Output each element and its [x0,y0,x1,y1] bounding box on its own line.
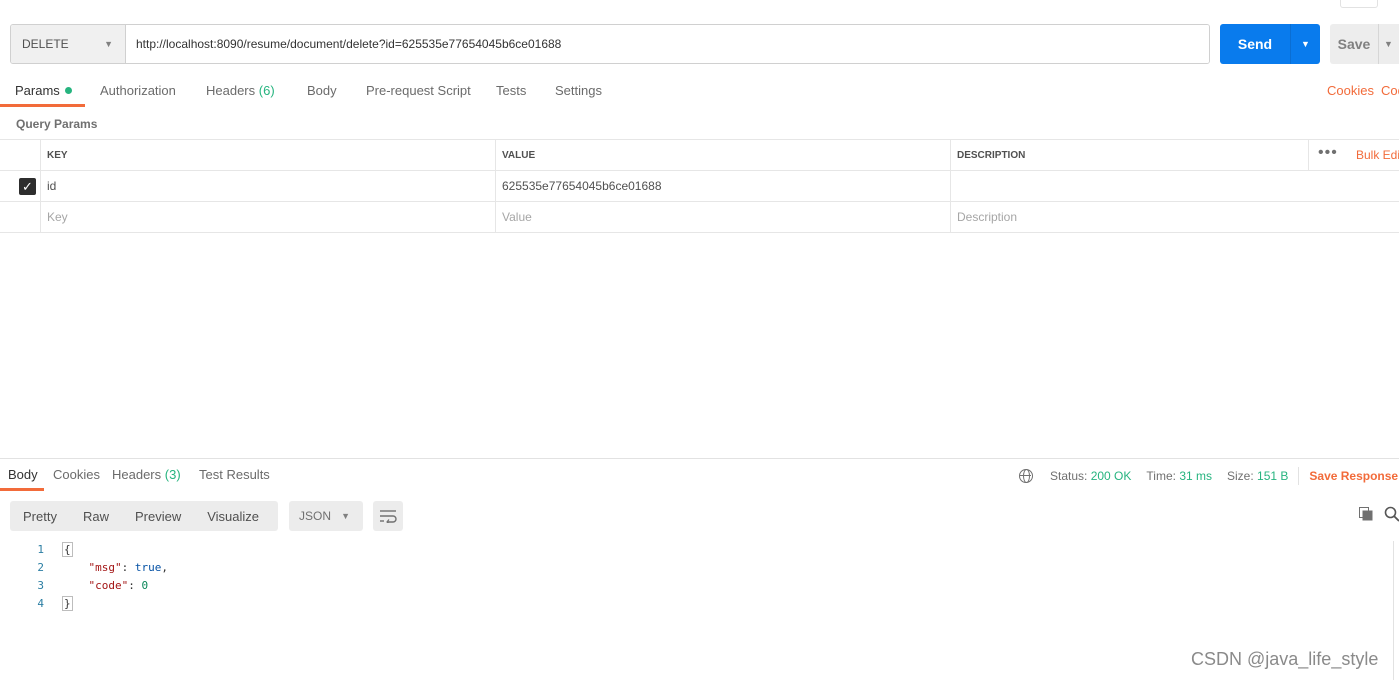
save-label: Save [1337,36,1371,52]
json-key: "msg" [88,561,122,574]
pane-divider[interactable] [0,458,1399,459]
json-value: true [134,561,162,574]
table-row: ✓ id 625535e77654045b6ce01688 [0,171,1399,202]
tab-label: Body [8,467,38,482]
status-label: Status: [1050,469,1088,483]
tab-pre-request-script[interactable]: Pre-request Script [366,83,471,98]
tab-headers[interactable]: Headers (6) [206,83,275,98]
line-number: 3 [37,579,44,592]
save-response-button[interactable]: Save Response [1309,469,1398,483]
tab-settings[interactable]: Settings [555,83,602,98]
url-input[interactable]: http://localhost:8090/resume/document/de… [126,25,1209,63]
method-label: DELETE [22,37,69,51]
search-icon[interactable] [1384,506,1399,522]
tab-label: Authorization [100,83,176,98]
new-value-input[interactable]: Value [495,202,950,232]
response-tab-body[interactable]: Body [8,467,38,482]
tab-label: Tests [496,83,527,98]
view-raw-button[interactable]: Raw [70,509,122,524]
size-value[interactable]: 151 B [1257,469,1288,483]
tab-label: Headers [206,83,256,98]
response-tab-test-results[interactable]: Test Results [199,467,270,482]
open-brace: { [62,542,73,557]
line-number: 4 [37,597,44,610]
save-button[interactable]: Save ▼ [1330,24,1399,64]
json-value: 0 [141,579,149,592]
tab-params[interactable]: Params [15,83,72,98]
view-visualize-button[interactable]: Visualize [194,509,272,524]
response-tab-cookies[interactable]: Cookies [53,467,100,482]
vertical-scrollbar[interactable] [1393,541,1399,680]
query-params-title: Query Params [16,117,98,131]
status-value[interactable]: 200 OK [1091,469,1132,483]
json-key: "code" [88,579,129,592]
copy-icon[interactable] [1359,507,1373,521]
window-control [1340,0,1378,8]
tab-label: Settings [555,83,602,98]
param-value[interactable]: 625535e77654045b6ce01688 [495,171,950,201]
params-table: KEY VALUE DESCRIPTION ••• Bulk Edit ✓ id… [0,139,1399,233]
key-column-header: KEY [40,140,495,170]
view-preview-button[interactable]: Preview [122,509,194,524]
response-tab-headers[interactable]: Headers (3) [112,467,181,482]
cookies-link[interactable]: Cookies [1327,83,1374,98]
param-enabled-checkbox[interactable]: ✓ [19,178,36,195]
request-tabs: Params Authorization Headers (6) Body Pr… [0,80,1399,107]
more-options-icon[interactable]: ••• [1318,144,1338,162]
status-separator [1298,467,1300,485]
active-response-tab-indicator [0,488,44,491]
time-label: Time: [1146,469,1176,483]
size-label: Size: [1227,469,1254,483]
format-label: JSON [299,509,332,523]
close-brace: } [62,596,73,611]
bulk-edit-link[interactable]: Bulk Edit [1356,148,1399,162]
view-mode-group: Pretty Raw Preview Visualize [10,501,278,531]
active-dot-icon [64,87,72,94]
tab-label: Body [307,83,337,98]
tab-tests[interactable]: Tests [496,83,526,98]
headers-count: (6) [258,83,275,98]
tab-label: Headers [112,467,162,482]
tab-label: Pre-request Script [366,83,471,98]
value-column-header: VALUE [495,140,950,170]
method-select[interactable]: DELETE ▼ [11,25,126,63]
table-row-empty: Key Value Description [0,202,1399,233]
param-key[interactable]: id [40,171,495,201]
response-status-bar: Status: 200 OK Time: 31 ms Size: 151 B S… [1019,467,1398,485]
format-select[interactable]: JSON ▼ [289,501,363,531]
param-description[interactable] [950,171,1399,201]
code-link[interactable]: Code [1381,83,1399,98]
new-description-input[interactable]: Description [950,202,1399,232]
tab-label: Test Results [199,467,270,482]
description-column-header: DESCRIPTION [950,140,1308,170]
tab-body[interactable]: Body [307,83,337,98]
wrap-icon [380,510,397,523]
new-key-input[interactable]: Key [40,202,495,232]
table-header: KEY VALUE DESCRIPTION ••• Bulk Edit [0,140,1399,171]
send-label: Send [1237,36,1273,52]
save-options-chevron-icon[interactable]: ▼ [1378,24,1398,64]
line-number: 1 [37,543,44,556]
time-value[interactable]: 31 ms [1179,469,1212,483]
request-url-bar: DELETE ▼ http://localhost:8090/resume/do… [10,24,1210,64]
tab-authorization[interactable]: Authorization [100,83,176,98]
send-button[interactable]: Send ▼ [1220,24,1320,64]
wrap-lines-button[interactable] [373,501,403,531]
watermark: CSDN @java_life_style [1191,649,1379,669]
response-headers-count: (3) [164,467,181,482]
chevron-down-icon: ▼ [104,39,113,49]
chevron-down-icon: ▼ [341,511,350,521]
view-pretty-button[interactable]: Pretty [10,509,70,524]
tab-label: Params [15,83,60,98]
active-tab-indicator [0,104,85,107]
tab-label: Cookies [53,467,100,482]
line-number: 2 [37,561,44,574]
send-options-chevron-icon[interactable]: ▼ [1290,24,1320,64]
globe-icon[interactable] [1019,469,1033,483]
